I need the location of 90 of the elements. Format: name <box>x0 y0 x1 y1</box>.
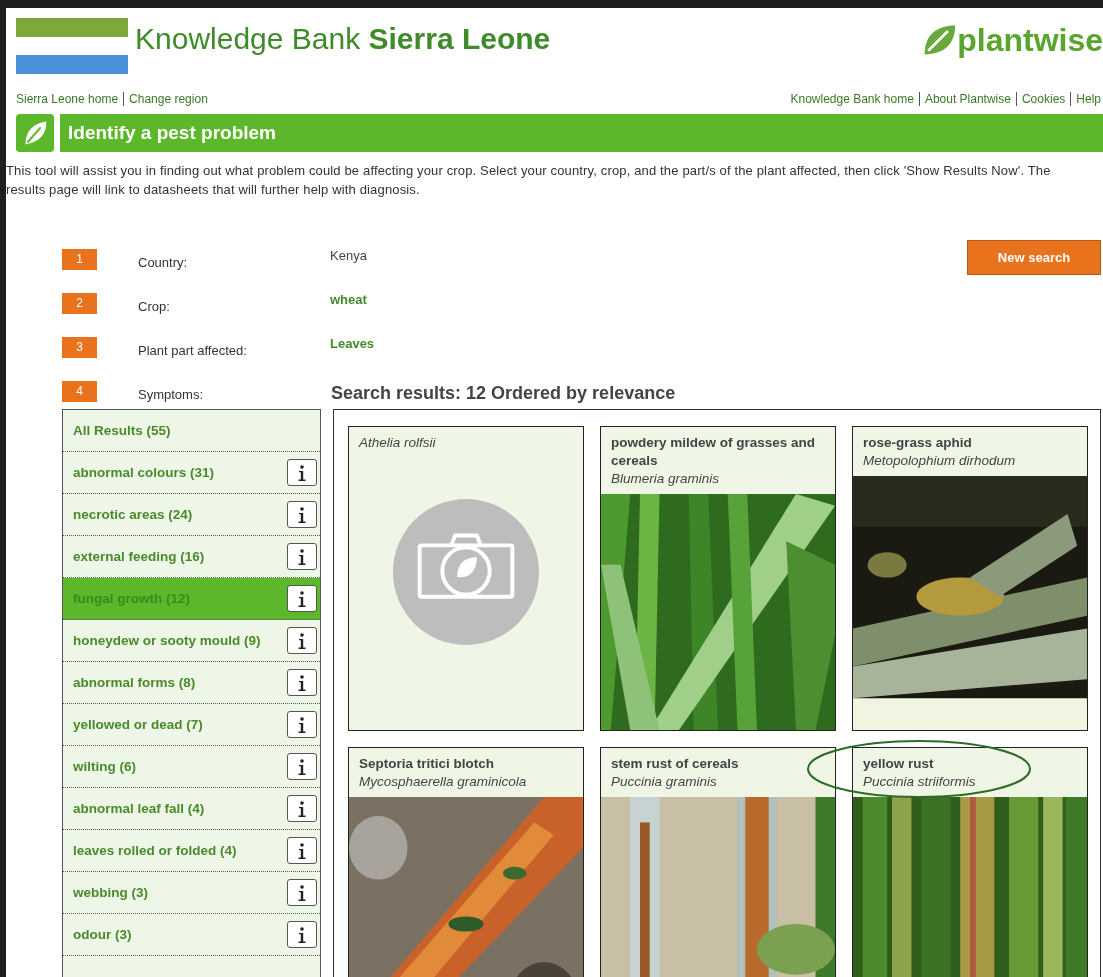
common-name: powdery mildew of grasses and cereals <box>611 434 817 470</box>
info-button[interactable] <box>287 543 317 570</box>
scientific-name: Athelia rolfsii <box>359 434 437 452</box>
symptom-item[interactable]: abnormal colours (31) <box>63 452 320 494</box>
symptom-label: abnormal leaf fall (4) <box>73 800 206 817</box>
info-button[interactable] <box>287 627 317 654</box>
symptom-label: honeydew or sooty mould (9) <box>73 632 262 649</box>
symptom-item[interactable]: abnormal leaf fall (4) <box>63 788 320 830</box>
symptom-label: necrotic areas (24) <box>73 506 194 523</box>
step-label: Country: <box>138 253 189 270</box>
info-icon <box>296 715 308 734</box>
nav-link[interactable]: Change region <box>123 92 208 106</box>
symptom-label: webbing (3) <box>73 884 149 901</box>
info-button[interactable] <box>287 795 317 822</box>
symptom-item[interactable]: abnormal forms (8) <box>63 662 320 704</box>
step-number: 2 <box>62 292 97 314</box>
step-label: Crop: <box>138 297 171 314</box>
info-button[interactable] <box>287 921 317 948</box>
results-heading: Search results: 12 Ordered by relevance <box>331 383 676 404</box>
info-button[interactable] <box>287 837 317 864</box>
step-label: Symptoms: <box>138 385 204 402</box>
common-name: stem rust of cereals <box>611 755 740 773</box>
step-number: 4 <box>62 380 97 402</box>
step-value: Kenya <box>330 247 367 263</box>
step-number: 3 <box>62 336 97 358</box>
scientific-name: Mycosphaerella graminicola <box>359 773 528 791</box>
info-icon <box>296 589 308 608</box>
new-search-button[interactable]: New search <box>967 240 1101 275</box>
info-button[interactable] <box>287 879 317 906</box>
page-title: Identify a pest problem <box>68 122 276 144</box>
result-card[interactable]: powdery mildew of grasses and cereals Blumeria graminis <box>600 426 836 731</box>
info-icon <box>296 925 308 944</box>
result-card[interactable]: rose-grass aphid Metopolophium dirhodum <box>852 426 1088 731</box>
site-title: Knowledge Bank Sierra Leone <box>135 22 551 56</box>
common-name: Septoria tritici blotch <box>359 755 495 773</box>
step-label: Plant part affected: <box>138 341 248 358</box>
symptom-label: abnormal forms (8) <box>73 674 197 691</box>
symptom-item[interactable]: leaves rolled or folded (4) <box>63 830 320 872</box>
info-icon <box>296 841 308 860</box>
step-value-link[interactable]: Leaves <box>330 335 375 351</box>
symptom-label: external feeding (16) <box>73 548 206 565</box>
symptom-item[interactable]: honeydew or sooty mould (9) <box>63 620 320 662</box>
symptom-item[interactable]: yellowed or dead (7) <box>63 704 320 746</box>
result-card[interactable]: Athelia rolfsii <box>348 426 584 731</box>
scientific-name: Puccinia striiformis <box>863 773 977 791</box>
logo-text: plantwise <box>957 21 1103 59</box>
info-button[interactable] <box>287 711 317 738</box>
info-button[interactable] <box>287 753 317 780</box>
no-image-camera-icon <box>392 498 540 646</box>
nav-link[interactable]: Cookies <box>1015 92 1066 106</box>
step-number: 1 <box>62 248 97 270</box>
scientific-name: Puccinia graminis <box>611 773 718 791</box>
common-name: rose-grass aphid <box>863 434 973 452</box>
info-icon <box>296 673 308 692</box>
symptom-label: All Results (55) <box>73 422 172 439</box>
info-button[interactable] <box>287 669 317 696</box>
nav-link[interactable]: Help <box>1070 92 1101 106</box>
symptom-item[interactable]: webbing (3) <box>63 872 320 914</box>
symptom-item[interactable]: necrotic areas (24) <box>63 494 320 536</box>
scientific-name: Blumeria graminis <box>611 470 721 488</box>
flag-icon <box>16 18 128 74</box>
symptom-item[interactable]: odour (3) <box>63 914 320 956</box>
result-card[interactable]: Septoria tritici blotch Mycosphaerella graminicola <box>348 747 584 977</box>
symptom-label: abnormal colours (31) <box>73 464 216 481</box>
info-button[interactable] <box>287 459 317 486</box>
nav-link[interactable]: Knowledge Bank home <box>790 92 914 106</box>
symptom-label: wilting (6) <box>73 758 137 775</box>
info-icon <box>296 547 308 566</box>
symptom-item[interactable]: wilting (6) <box>63 746 320 788</box>
info-button[interactable] <box>287 585 317 612</box>
nav-link[interactable]: Sierra Leone home <box>16 92 119 106</box>
symptom-label: odour (3) <box>73 926 133 943</box>
info-icon <box>296 883 308 902</box>
info-icon <box>296 631 308 650</box>
intro-text: This tool will assist you in finding out what problem could be affecting your crop. Select your country, crop, and the part/s of the plant affected, then click 'Show Results Now'. The results page will link to datasheets that will further help with diagnosis. <box>6 162 1052 199</box>
nav-link[interactable]: About Plantwise <box>918 92 1011 106</box>
common-name: yellow rust <box>863 755 935 773</box>
info-icon <box>296 463 308 482</box>
symptom-label: yellowed or dead (7) <box>73 716 204 733</box>
result-card[interactable]: stem rust of cereals Puccinia graminis <box>600 747 836 977</box>
result-card[interactable]: yellow rust Puccinia striiformis <box>852 747 1088 977</box>
symptom-label: leaves rolled or folded (4) <box>73 842 238 859</box>
scientific-name: Metopolophium dirhodum <box>863 452 1017 470</box>
info-icon <box>296 757 308 776</box>
symptom-item[interactable]: All Results (55) <box>63 410 320 452</box>
info-icon <box>296 505 308 524</box>
info-button[interactable] <box>287 501 317 528</box>
step-value-link[interactable]: wheat <box>330 291 367 307</box>
info-icon <box>296 799 308 818</box>
leaf-pen-icon <box>16 114 54 152</box>
